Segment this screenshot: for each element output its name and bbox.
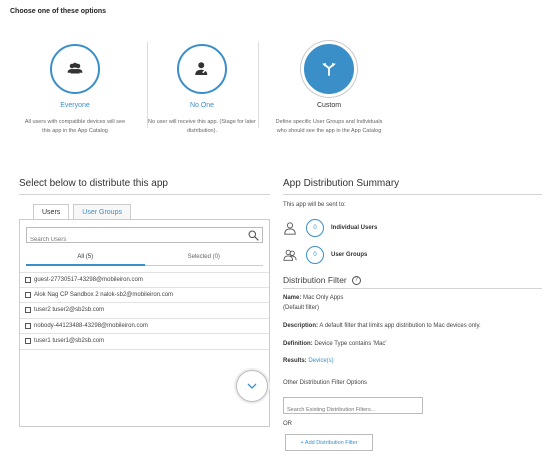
search-icon[interactable] xyxy=(247,229,260,242)
distribute-title: Select below to distribute this app xyxy=(19,178,168,189)
filter-name: Name: Mac Only Apps xyxy=(283,295,343,301)
search-users-input[interactable] xyxy=(27,233,237,247)
page-title: Choose one of these options xyxy=(10,8,107,15)
individual-users-count: 0 xyxy=(306,219,324,237)
individual-users-label: Individual Users xyxy=(331,225,378,231)
filter-search-box[interactable] xyxy=(283,397,423,418)
filter-definition: Definition: Device Type contains 'Mac' xyxy=(283,341,387,347)
filter-search-input[interactable] xyxy=(284,402,420,418)
filter-name-note: (Default filter) xyxy=(283,305,320,311)
user-groups-label: User Groups xyxy=(331,252,368,258)
user-checkbox[interactable] xyxy=(25,291,31,298)
other-filter-options-label: Other Distribution Filter Options xyxy=(283,380,368,386)
user-checkbox[interactable] xyxy=(25,276,31,283)
user-outline-icon xyxy=(284,222,296,235)
subtab-all[interactable]: All (5) xyxy=(26,251,145,266)
filter-divider xyxy=(283,288,542,289)
option-no-one-circle[interactable] xyxy=(177,44,227,94)
filter-description-value: A default filter that limits app distrib… xyxy=(319,323,481,329)
distribute-divider xyxy=(19,194,270,195)
option-everyone-description: All users with compatible devices will s… xyxy=(24,119,126,134)
option-everyone[interactable]: Everyone All users with compatible devic… xyxy=(20,44,130,136)
list-item[interactable]: nobody-44123488-43298@mobileiron.com xyxy=(20,319,269,334)
user-name: tuser1 tuser1@sb2sb.com xyxy=(34,338,105,345)
list-item[interactable]: tuser2 tuser2@sb2sb.com xyxy=(20,303,269,319)
tab-user-groups[interactable]: User Groups xyxy=(73,204,131,219)
filter-description-label: Description: xyxy=(283,323,319,329)
user-name: guest-27730517-43298@mobileiron.com xyxy=(34,276,143,283)
filter-definition-label: Definition: xyxy=(283,341,313,347)
summary-user-groups: 0 User Groups xyxy=(283,246,367,264)
user-checkbox[interactable] xyxy=(25,322,31,329)
chevron-down-icon xyxy=(247,383,257,389)
summary-title: App Distribution Summary xyxy=(283,178,400,189)
scroll-down-button[interactable] xyxy=(236,370,268,402)
add-distribution-filter-button[interactable]: + Add Distribution Filter xyxy=(285,434,373,451)
user-name: Alok Nag CP Sandbox 2 nalok-sb2@mobileir… xyxy=(34,291,174,298)
option-everyone-circle[interactable] xyxy=(50,44,100,94)
option-no-one-label[interactable]: No One xyxy=(147,102,257,109)
option-no-one[interactable]: No One No user will receive this app. (S… xyxy=(147,44,257,136)
help-icon[interactable]: ? xyxy=(351,275,361,285)
or-label: OR xyxy=(283,421,292,427)
distribution-filter-title: Distribution Filter ? xyxy=(283,275,361,285)
filter-name-value: Mac Only Apps xyxy=(303,295,344,301)
group-icon xyxy=(67,62,83,74)
option-divider xyxy=(258,42,259,128)
option-no-one-description: No user will receive this app. (Stage fo… xyxy=(148,119,256,134)
user-subtabs: All (5) Selected (0) xyxy=(26,251,263,266)
tab-users[interactable]: Users xyxy=(33,204,70,219)
option-everyone-label[interactable]: Everyone xyxy=(20,102,130,109)
list-item[interactable]: guest-27730517-43298@mobileiron.com xyxy=(20,272,269,288)
filter-description: Description: A default filter that limit… xyxy=(283,323,481,329)
summary-individual-users: 0 Individual Users xyxy=(283,219,377,237)
option-custom-label[interactable]: Custom xyxy=(274,102,384,109)
option-custom-description: Define specific User Groups and Individu… xyxy=(275,119,383,134)
user-name: nobody-44123488-43298@mobileiron.com xyxy=(34,322,148,329)
filter-results: Results: Device(s) xyxy=(283,358,334,364)
filter-results-label: Results: xyxy=(283,358,307,364)
distribute-tabs: Users User Groups xyxy=(33,204,135,219)
user-groups-count: 0 xyxy=(306,246,324,264)
user-checkbox[interactable] xyxy=(25,338,31,345)
user-list: guest-27730517-43298@mobileiron.com Alok… xyxy=(20,272,269,350)
split-arrow-icon xyxy=(322,63,336,76)
summary-subtitle: This app will be sent to: xyxy=(283,202,346,208)
user-panel: All (5) Selected (0) guest-27730517-4329… xyxy=(19,219,270,427)
group-outline-icon xyxy=(283,249,297,261)
summary-divider xyxy=(283,194,542,195)
filter-definition-value: Device Type contains 'Mac' xyxy=(314,341,387,347)
filter-name-label: Name: xyxy=(283,295,302,301)
list-item[interactable]: Alok Nag CP Sandbox 2 nalok-sb2@mobileir… xyxy=(20,288,269,303)
subtab-selected[interactable]: Selected (0) xyxy=(144,251,263,266)
option-custom[interactable]: Custom Define specific User Groups and I… xyxy=(274,44,384,136)
distribution-filter-title-text: Distribution Filter xyxy=(283,275,347,285)
option-custom-circle[interactable] xyxy=(304,44,354,94)
user-name: tuser2 tuser2@sb2sb.com xyxy=(34,307,105,314)
user-blocked-icon xyxy=(195,62,209,75)
user-checkbox[interactable] xyxy=(25,307,31,314)
filter-results-link[interactable]: Device(s) xyxy=(308,358,333,364)
list-item[interactable]: tuser1 tuser1@sb2sb.com xyxy=(20,334,269,350)
search-users-box[interactable] xyxy=(26,227,263,247)
